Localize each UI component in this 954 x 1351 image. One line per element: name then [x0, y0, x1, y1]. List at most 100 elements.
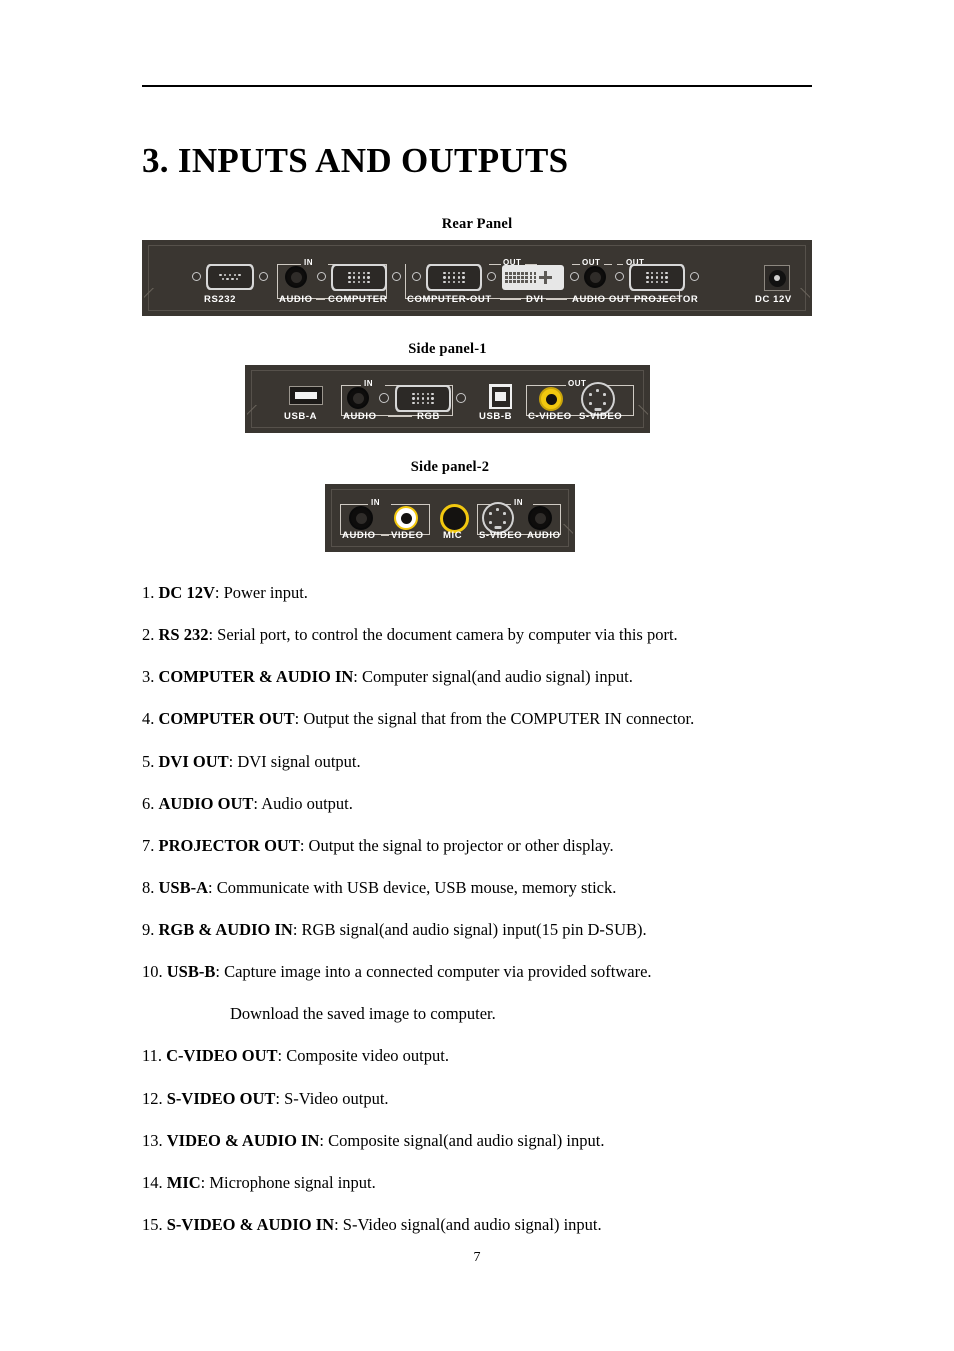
dc-power-jack [764, 265, 790, 291]
list-item-number: 12. [142, 1088, 167, 1108]
list-item: 3. COMPUTER & AUDIO IN: Computer signal(… [142, 667, 822, 688]
side2-bracket2-top-r [533, 504, 561, 505]
side1-audio-in-jack [347, 387, 369, 409]
side1-label-in: IN [364, 379, 373, 388]
side1-out-bracket-l [526, 385, 566, 386]
list-item: 4. COMPUTER OUT: Output the signal that … [142, 709, 822, 730]
mic-jack [440, 504, 469, 533]
c-video-out-jack [539, 387, 563, 411]
side-panel-2-figure: IN AUDIO VIDEO MIC IN S-VIDEO AUDIO [325, 484, 575, 552]
side1-dash-audio-rgb [388, 416, 412, 417]
list-item-description: : Microphone signal input. [200, 1172, 376, 1192]
rear-panel-figure: RS232 IN AUDIO COMPUTER OUT OUT OUT COMP… [142, 240, 812, 316]
computer-in-connector [331, 264, 387, 291]
list-item: 9. RGB & AUDIO IN: RGB signal(and audio … [142, 920, 822, 941]
list-item-number: 9. [142, 920, 159, 939]
list-item-term: VIDEO & AUDIO IN [166, 1130, 320, 1150]
list-item-number: 6. [142, 793, 159, 813]
rear-dash-dvi-aout [546, 299, 567, 300]
rs232-screw-left [192, 272, 201, 281]
rgb-screw-left [379, 393, 389, 403]
list-item-number: 14. [142, 1172, 167, 1192]
list-item: 5. DVI OUT: DVI signal output. [142, 752, 822, 773]
list-item-number: 11. [142, 1046, 167, 1066]
io-description-list: 1. DC 12V: Power input. 2. RS 232: Serial… [142, 583, 822, 1257]
side1-bracket-top-l [341, 385, 361, 386]
side2-label-video: VIDEO [391, 530, 424, 541]
side1-label-usbb: USB-B [479, 411, 513, 422]
rear-bracket-top-out1 [489, 264, 501, 265]
side2-dash-audio-video [381, 535, 389, 536]
list-item-description: : Composite signal(and audio signal) inp… [319, 1130, 605, 1150]
projector-out-connector [629, 264, 685, 291]
list-item-term: PROJECTOR OUT [158, 835, 300, 855]
rear-label-projector: PROJECTOR [634, 294, 699, 305]
side-panel-1-caption: Side panel-1 [408, 341, 487, 357]
list-item-number: 13. [142, 1130, 167, 1150]
rgb-screw-right [456, 393, 466, 403]
rear-label-audio: AUDIO [279, 294, 313, 305]
header-rule [142, 85, 812, 87]
side2-audio-in-jack-right [528, 506, 552, 530]
list-item-term: USB-A [158, 877, 209, 897]
page-title: 3. INPUTS AND OUTPUTS [142, 141, 569, 181]
list-item-description: : Computer signal(and audio signal) inpu… [353, 667, 633, 687]
rs232-connector [206, 264, 254, 290]
rear-audio-in-jack [285, 266, 307, 288]
panel-bevel-left [144, 288, 170, 314]
side2-label-audio-right: AUDIO [527, 530, 561, 541]
list-item-number: 1. [142, 583, 159, 602]
list-item: 2. RS 232: Serial port, to control the d… [142, 625, 822, 646]
computer-out-connector [426, 264, 482, 291]
list-item: 13. VIDEO & AUDIO IN: Composite signal(a… [142, 1131, 822, 1152]
side1-label-out: OUT [568, 379, 587, 388]
list-item-description: : Output the signal that from the COMPUT… [294, 709, 695, 729]
list-item: 15. S-VIDEO & AUDIO IN: S-Video signal(a… [142, 1215, 822, 1236]
list-item-term: USB-B [166, 962, 216, 982]
rear-bracket-top-out2b [604, 264, 612, 265]
side1-bevel-left [247, 405, 273, 431]
computer-out-screw-right [487, 272, 496, 281]
rear-label-in-audio: IN [304, 258, 313, 267]
rear-label-rs232: RS232 [204, 294, 237, 305]
list-item-number: 15. [142, 1214, 167, 1234]
rgb-connector [395, 385, 451, 412]
list-item-number: 8. [142, 877, 159, 897]
list-item: 1. DC 12V: Power input. [142, 583, 822, 604]
rear-dash-audio-computer [316, 299, 325, 300]
side2-label-audio-left: AUDIO [342, 530, 376, 541]
list-item-term: DVI OUT [158, 751, 229, 771]
list-item-continuation: Download the saved image to computer. [230, 1004, 496, 1024]
list-item-term: RGB & AUDIO IN [158, 920, 293, 939]
list-item-description: : Capture image into a connected compute… [215, 962, 652, 982]
rear-label-computer-out: COMPUTER-OUT [407, 294, 492, 305]
list-item-description: : DVI signal output. [228, 751, 361, 771]
side1-label-rgb: RGB [417, 411, 440, 422]
computer-screw-left [317, 272, 326, 281]
list-item-term: S-VIDEO & AUDIO IN [166, 1214, 335, 1234]
list-item-number: 10. [142, 962, 167, 982]
rear-bracket-top-out2 [572, 264, 580, 265]
list-item-term: DC 12V [158, 583, 215, 602]
side2-label-in-right: IN [514, 498, 523, 507]
dvi-connector [502, 265, 564, 290]
usb-a-connector [289, 386, 323, 405]
list-item: 11. C-VIDEO OUT: Composite video output. [142, 1046, 822, 1067]
list-item: 8. USB-A: Communicate with USB device, U… [142, 878, 822, 899]
list-item-description: : Output the signal to projector or othe… [299, 835, 614, 855]
list-item-number: 5. [142, 751, 159, 771]
rear-bracket-top-out3 [617, 264, 623, 265]
usb-b-connector [489, 384, 512, 409]
video-in-jack [394, 506, 418, 530]
list-item-term: C-VIDEO OUT [166, 1046, 278, 1066]
rear-bracket-top-left [277, 264, 301, 265]
list-item-description: : S-Video signal(and audio signal) input… [334, 1214, 602, 1234]
list-item-number: 2. [142, 625, 159, 645]
projector-screw-left [615, 272, 624, 281]
side1-label-svideo: S-VIDEO [579, 411, 623, 422]
list-item-term: RS 232 [158, 625, 209, 645]
side2-audio-in-jack [349, 506, 373, 530]
side-panel-1-figure: USB-A IN AUDIO RGB USB-B OUT C-VIDEO S-V… [245, 365, 650, 433]
side2-label-in-left: IN [371, 498, 380, 507]
rear-label-dc12v: DC 12V [755, 294, 792, 305]
